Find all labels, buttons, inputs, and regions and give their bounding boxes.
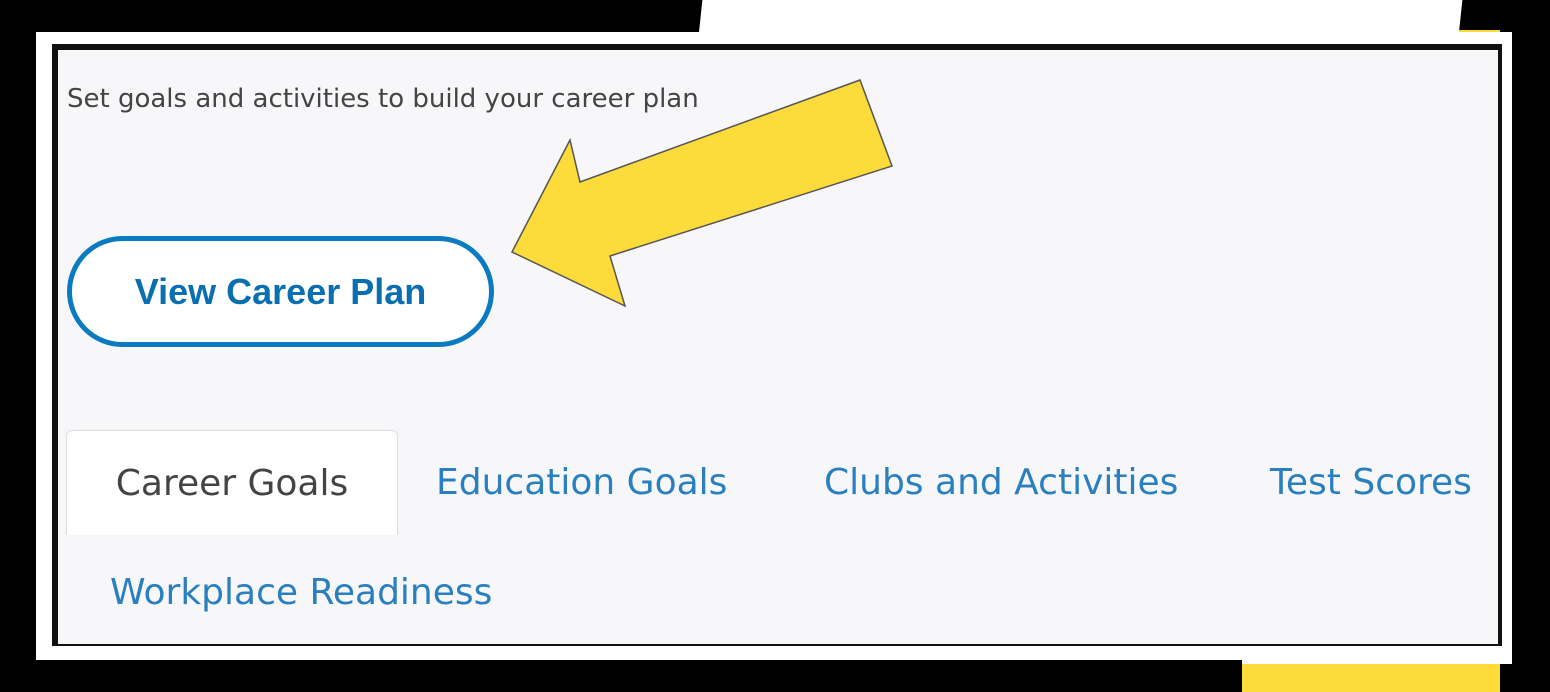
- goal-tabs: Career Goals Education Goals Clubs and A…: [58, 430, 1498, 644]
- tab-clubs-and-activities[interactable]: Clubs and Activities: [824, 430, 1178, 534]
- career-plan-panel: Set goals and activities to build your c…: [58, 50, 1498, 644]
- tab-workplace-readiness[interactable]: Workplace Readiness: [110, 540, 492, 644]
- page-subtitle: Set goals and activities to build your c…: [67, 84, 699, 114]
- tab-test-scores[interactable]: Test Scores: [1270, 430, 1472, 534]
- bottom-border: [0, 660, 1242, 692]
- tab-career-goals[interactable]: Career Goals: [66, 430, 398, 535]
- tab-education-goals[interactable]: Education Goals: [436, 430, 727, 534]
- view-career-plan-button[interactable]: View Career Plan: [67, 236, 494, 347]
